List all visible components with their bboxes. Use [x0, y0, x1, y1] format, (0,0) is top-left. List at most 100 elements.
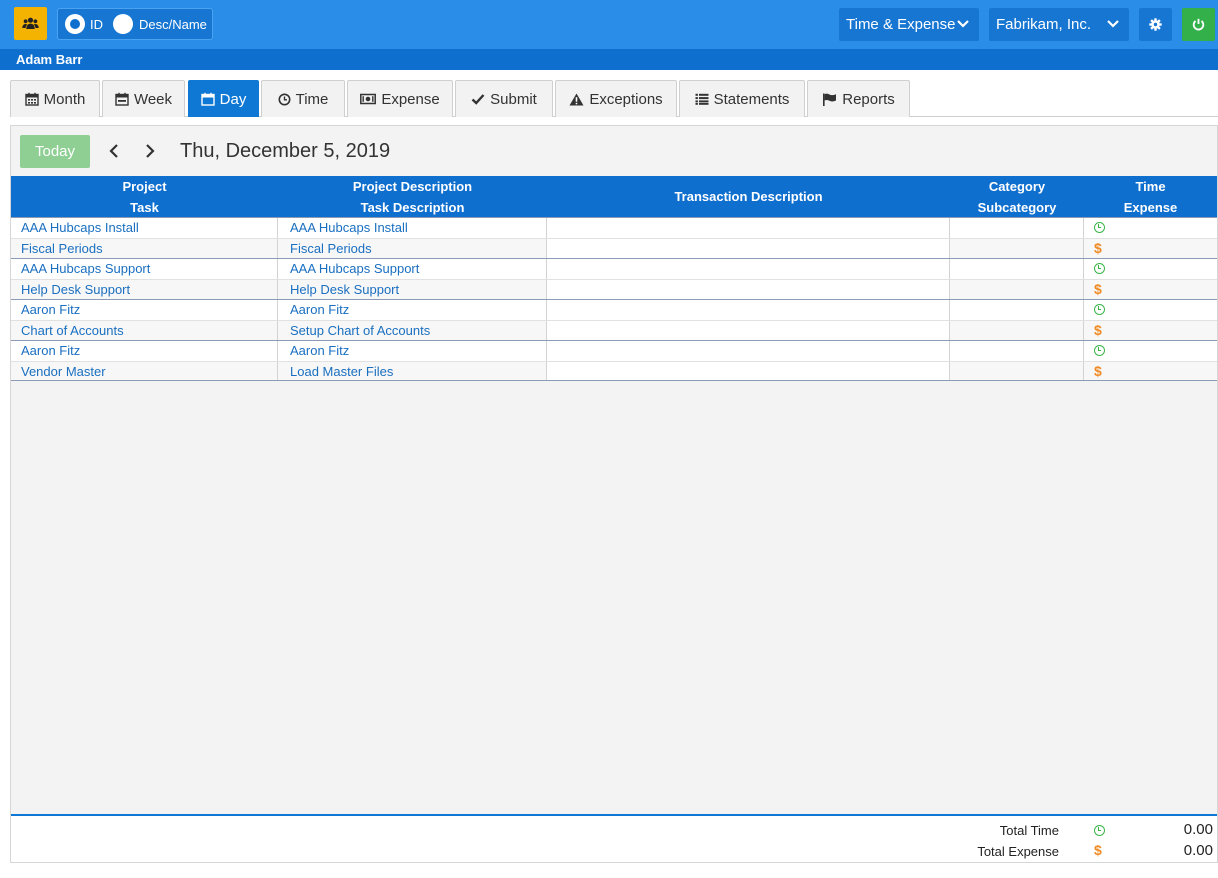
- table-row[interactable]: Aaron Fitz Aaron Fitz: [11, 340, 1217, 361]
- header-time-label: Time: [1135, 179, 1166, 194]
- cell-description[interactable]: AAA Hubcaps Support: [278, 259, 547, 279]
- cell-time-expense[interactable]: [1084, 259, 1217, 279]
- cell-description[interactable]: Aaron Fitz: [278, 341, 547, 361]
- tab-time[interactable]: Time: [261, 80, 345, 117]
- cell-category[interactable]: [950, 259, 1084, 279]
- user-name-bar: Adam Barr: [0, 49, 1218, 70]
- tab-reports-label: Reports: [842, 90, 895, 108]
- chevron-left-icon: [109, 144, 118, 158]
- tab-submit[interactable]: Submit: [455, 80, 553, 117]
- company-dropdown-label: Fabrikam, Inc.: [996, 16, 1092, 33]
- desc-name-radio-label: Desc/Name: [139, 17, 207, 32]
- header-transaction-description[interactable]: Transaction Description: [547, 176, 950, 217]
- cell-category[interactable]: [950, 320, 1084, 340]
- today-button[interactable]: Today: [20, 135, 90, 168]
- header-expense-label: Expense: [1123, 200, 1178, 215]
- table-row[interactable]: Help Desk Support Help Desk Support $: [11, 278, 1217, 300]
- dollar-icon: $: [1094, 239, 1102, 256]
- cell-transaction-description[interactable]: [547, 300, 950, 320]
- chevron-right-icon: [146, 144, 155, 158]
- cell-transaction-description[interactable]: [547, 238, 950, 258]
- warning-icon: [569, 93, 584, 105]
- cell-transaction-description[interactable]: [547, 341, 950, 361]
- cell-time-expense[interactable]: $: [1084, 321, 1217, 341]
- cell-category[interactable]: [950, 238, 1084, 258]
- header-transaction-description-label: Transaction Description: [674, 189, 823, 204]
- table-row[interactable]: Fiscal Periods Fiscal Periods $: [11, 237, 1217, 259]
- tab-week-label: Week: [133, 90, 173, 108]
- table-row[interactable]: AAA Hubcaps Install AAA Hubcaps Install: [11, 217, 1217, 238]
- totals-footer: Total Time 0.00 Total Expense $ 0.00: [11, 814, 1217, 862]
- cell-category[interactable]: [950, 300, 1084, 320]
- tab-exceptions[interactable]: Exceptions: [555, 80, 677, 117]
- cell-project-task[interactable]: AAA Hubcaps Support: [11, 259, 278, 279]
- id-radio[interactable]: [65, 14, 85, 34]
- cell-transaction-description[interactable]: [547, 361, 950, 380]
- total-expense-label: Total Expense: [977, 844, 1059, 859]
- cell-category[interactable]: [950, 361, 1084, 380]
- users-button[interactable]: [14, 7, 47, 40]
- header-project-task[interactable]: Project Task: [11, 176, 278, 217]
- tab-exceptions-label: Exceptions: [589, 90, 663, 108]
- tab-reports[interactable]: Reports: [807, 80, 910, 117]
- cell-time-expense[interactable]: $: [1084, 239, 1217, 259]
- table-row[interactable]: AAA Hubcaps Support AAA Hubcaps Support: [11, 258, 1217, 279]
- settings-button[interactable]: [1139, 8, 1172, 41]
- cell-project-task[interactable]: Fiscal Periods: [11, 238, 278, 258]
- previous-day-button[interactable]: [108, 142, 120, 165]
- calendar-icon: [24, 92, 39, 106]
- tab-day-label: Day: [219, 90, 247, 108]
- table-row[interactable]: Chart of Accounts Setup Chart of Accounts…: [11, 319, 1217, 341]
- chevron-down-icon: [956, 8, 970, 53]
- tab-statements[interactable]: Statements: [679, 80, 805, 117]
- next-day-button[interactable]: [144, 142, 156, 165]
- cell-time-expense[interactable]: [1084, 341, 1217, 361]
- cell-description[interactable]: Fiscal Periods: [278, 238, 547, 258]
- cell-transaction-description[interactable]: [547, 218, 950, 238]
- cell-description[interactable]: AAA Hubcaps Install: [278, 218, 547, 238]
- cell-transaction-description[interactable]: [547, 259, 950, 279]
- id-radio-label: ID: [90, 17, 103, 32]
- dollar-icon: $: [1094, 321, 1102, 338]
- cell-category[interactable]: [950, 341, 1084, 361]
- tab-expense-label: Expense: [381, 90, 440, 108]
- table-row[interactable]: Vendor Master Load Master Files $: [11, 360, 1217, 381]
- dollar-icon: $: [1094, 362, 1102, 379]
- module-dropdown-label: Time & Expense: [846, 16, 956, 33]
- header-category[interactable]: Category Subcategory: [950, 176, 1084, 217]
- calendar-day-icon: [200, 92, 215, 106]
- header-descriptions[interactable]: Project Description Task Description: [278, 176, 547, 217]
- header-project: Project: [122, 179, 167, 194]
- power-button[interactable]: [1182, 8, 1215, 41]
- tab-expense[interactable]: Expense: [347, 80, 453, 117]
- header-time-expense[interactable]: Time Expense: [1084, 176, 1217, 217]
- tab-day[interactable]: Day: [188, 80, 259, 117]
- tab-month[interactable]: Month: [10, 80, 100, 117]
- cell-transaction-description[interactable]: [547, 279, 950, 299]
- list-icon: [695, 93, 709, 105]
- cell-description[interactable]: Aaron Fitz: [278, 300, 547, 320]
- cell-time-expense[interactable]: $: [1084, 362, 1217, 381]
- cell-time-expense[interactable]: [1084, 300, 1217, 320]
- desc-name-radio[interactable]: [113, 14, 133, 34]
- module-dropdown[interactable]: Time & Expense: [839, 8, 979, 41]
- cell-description[interactable]: Setup Chart of Accounts: [278, 320, 547, 340]
- cell-category[interactable]: [950, 279, 1084, 299]
- tab-month-label: Month: [43, 90, 86, 108]
- cell-time-expense[interactable]: [1084, 218, 1217, 238]
- cell-description[interactable]: Load Master Files: [278, 361, 547, 380]
- cell-category[interactable]: [950, 218, 1084, 238]
- cell-transaction-description[interactable]: [547, 320, 950, 340]
- cell-time-expense[interactable]: $: [1084, 280, 1217, 300]
- tab-week[interactable]: Week: [102, 80, 185, 117]
- users-icon: [22, 17, 39, 29]
- company-dropdown[interactable]: Fabrikam, Inc.: [989, 8, 1129, 41]
- cell-project-task[interactable]: Vendor Master: [11, 361, 278, 380]
- table-row[interactable]: Aaron Fitz Aaron Fitz: [11, 299, 1217, 320]
- cell-project-task[interactable]: Aaron Fitz: [11, 300, 278, 320]
- cell-project-task[interactable]: Aaron Fitz: [11, 341, 278, 361]
- cell-project-task[interactable]: Chart of Accounts: [11, 320, 278, 340]
- cell-description[interactable]: Help Desk Support: [278, 279, 547, 299]
- cell-project-task[interactable]: AAA Hubcaps Install: [11, 218, 278, 238]
- cell-project-task[interactable]: Help Desk Support: [11, 279, 278, 299]
